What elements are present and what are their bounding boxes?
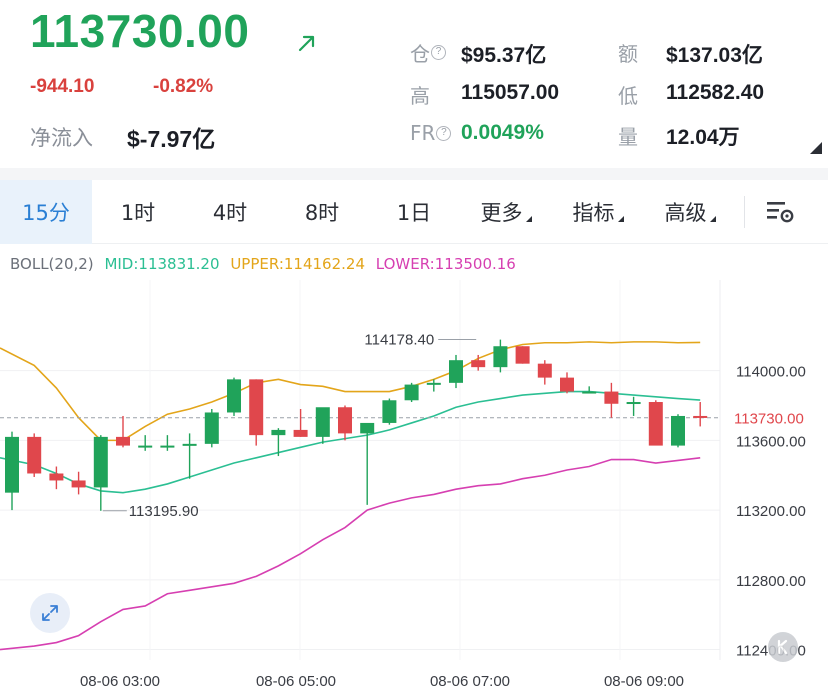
candlestick-chart[interactable]: 114000.00113600.00113200.00112800.001124… [0, 280, 828, 696]
tab-1d[interactable]: 1日 [368, 180, 460, 244]
current-price-label: 113730.00 [734, 411, 804, 428]
dropdown-caret-icon [709, 216, 716, 222]
funding-rate-value: 0.0049% [461, 121, 544, 144]
candle-body [582, 391, 597, 394]
candle-body [382, 400, 397, 423]
candle-body [5, 436, 19, 493]
candle-body [71, 480, 86, 488]
brand-logo-icon [768, 632, 798, 662]
high-value: 115057.00 [461, 81, 560, 104]
expand-icon [42, 605, 58, 621]
tab-indicators[interactable]: 指标 [552, 180, 644, 244]
expand-triangle-icon[interactable] [810, 142, 822, 154]
candle-body [626, 402, 641, 405]
candle-body [493, 346, 508, 368]
tab-label: 更多 [480, 201, 523, 225]
section-divider [0, 168, 828, 180]
boll-legend[interactable]: BOLL(20,2) MID:113831.20 UPPER:114162.24… [10, 255, 522, 273]
candle-body [360, 422, 375, 434]
low-annotation: 113195.90 [129, 503, 199, 520]
boll-lower: LOWER:113500.16 [375, 255, 516, 273]
candle-body [227, 379, 241, 413]
funding-rate-label-text: FR [410, 121, 436, 145]
candle-body [315, 407, 330, 437]
x-tick-label: 08-06 05:00 [256, 673, 336, 690]
chart-settings-icon[interactable] [764, 197, 796, 227]
tab-label: 15分 [22, 201, 70, 225]
candle-body [138, 445, 153, 448]
dropdown-caret-icon [525, 216, 532, 222]
tab-label: 8时 [304, 201, 340, 225]
volume-label: 量 [618, 125, 638, 149]
boll-mid: MID:113831.20 [104, 255, 220, 273]
candle-body [182, 443, 197, 446]
high-annotation: 114178.40 [364, 332, 434, 349]
position-label-text: 仓 [410, 42, 430, 66]
candle-body [27, 436, 42, 474]
candle-body [471, 360, 486, 368]
y-tick-label: 114000.00 [736, 364, 806, 381]
candle-body [537, 363, 552, 378]
net-inflow-label: 净流入 [30, 126, 93, 150]
y-tick-label: 113600.00 [736, 433, 806, 450]
candle-body [404, 384, 419, 401]
x-tick-label: 08-06 07:00 [430, 673, 510, 690]
funding-rate-label[interactable]: FR ? [410, 121, 452, 145]
candle-body [560, 377, 574, 392]
candle-body [249, 379, 264, 436]
candle-body [426, 382, 441, 385]
tab-more[interactable]: 更多 [460, 180, 552, 244]
candle-body [449, 360, 463, 383]
tab-label: 指标 [572, 201, 615, 225]
candle-body [515, 346, 530, 364]
candle-body [271, 429, 286, 436]
candle-body [49, 473, 64, 481]
price-change: -944.10 [30, 76, 95, 97]
candle-body [604, 391, 619, 404]
low-label: 低 [618, 84, 638, 108]
candle-body [648, 402, 663, 446]
candle-body [338, 407, 352, 434]
tab-label: 高级 [664, 201, 707, 225]
position-value: $95.37亿 [461, 44, 547, 67]
tab-label: 4时 [212, 201, 248, 225]
candle-body [160, 445, 175, 448]
ticker-header: 113730.00 -944.10 -0.82% 净流入 $-7.97亿 仓 ?… [0, 0, 828, 170]
tab-8h[interactable]: 8时 [276, 180, 368, 244]
last-price: 113730.00 [30, 5, 250, 57]
net-inflow-value: $-7.97亿 [127, 126, 216, 152]
help-icon[interactable]: ? [436, 125, 452, 141]
position-label[interactable]: 仓 ? [410, 38, 446, 67]
arrow-up-right-icon [298, 35, 315, 52]
tab-advanced[interactable]: 高级 [644, 180, 736, 244]
amount-label: 额 [618, 42, 638, 66]
high-label: 高 [410, 84, 430, 108]
tab-15m[interactable]: 15分 [0, 180, 92, 244]
candle-body [671, 415, 685, 446]
timeframe-tabs: 15分 1时 4时 8时 1日 更多 指标 高级 [0, 180, 828, 244]
amount-value: $137.03亿 [666, 44, 763, 67]
candle-body [116, 436, 130, 446]
candle-body [693, 415, 708, 418]
candle-body [293, 429, 308, 437]
low-value: 112582.40 [666, 81, 765, 104]
fullscreen-button[interactable] [30, 593, 70, 633]
tab-separator [744, 196, 745, 228]
boll-name: BOLL(20,2) [10, 255, 94, 273]
help-icon[interactable]: ? [431, 45, 446, 60]
y-tick-label: 112800.00 [736, 573, 806, 590]
x-tick-label: 08-06 09:00 [604, 673, 684, 690]
x-tick-label: 08-06 03:00 [80, 673, 160, 690]
tab-1h[interactable]: 1时 [92, 180, 184, 244]
volume-value: 12.04万 [666, 126, 740, 149]
tab-4h[interactable]: 4时 [184, 180, 276, 244]
candle-body [93, 436, 108, 488]
dropdown-caret-icon [617, 216, 624, 222]
tab-label: 1日 [396, 201, 432, 225]
y-tick-label: 113200.00 [736, 503, 806, 520]
price-change-percent: -0.82% [153, 76, 214, 97]
candle-body [204, 412, 219, 444]
boll-upper: UPPER:114162.24 [230, 255, 365, 273]
tab-label: 1时 [120, 201, 156, 225]
